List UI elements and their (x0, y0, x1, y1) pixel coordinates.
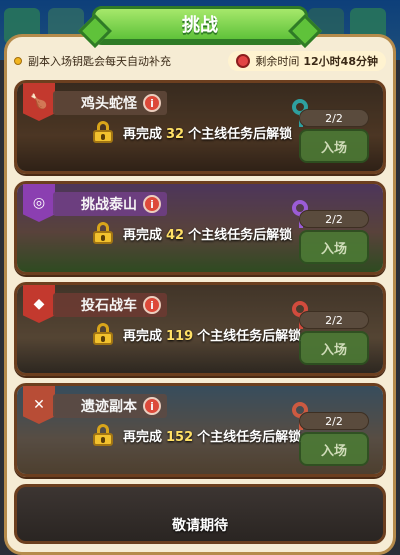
dungeon-flag: ✕ (23, 386, 55, 424)
dungeon-card[interactable]: 🍗 鸡头蛇怪 i 再完成 32 个主线任务后解锁 2/2 入场 (14, 80, 386, 174)
enter-button[interactable]: 入场 (299, 129, 369, 163)
key-count: 2/2 (299, 311, 369, 329)
key-count: 2/2 (299, 109, 369, 127)
unlock-text: 再完成 152 个主线任务后解锁 (123, 426, 301, 445)
unlock-prefix: 再完成 (123, 328, 163, 344)
enter-button[interactable]: 入场 (299, 432, 369, 466)
unlock-text: 再完成 42 个主线任务后解锁 (123, 224, 292, 243)
drumstick-icon: 🍗 (30, 94, 48, 110)
unlock-requirement: 再完成 119 个主线任务后解锁 (93, 323, 301, 345)
unlock-suffix: 个主线任务后解锁 (197, 429, 302, 445)
dungeon-card[interactable]: ◎ 挑战泰山 i 再完成 42 个主线任务后解锁 2/2 入场 (14, 181, 386, 275)
ring-icon: ◎ (32, 195, 46, 211)
dungeon-flag: ◎ (23, 184, 55, 222)
unlock-text: 再完成 32 个主线任务后解锁 (123, 123, 292, 142)
dungeon-list[interactable]: 🍗 鸡头蛇怪 i 再完成 32 个主线任务后解锁 2/2 入场 ◎ 挑战泰山 i 再… (14, 80, 386, 555)
unlock-requirement: 再完成 42 个主线任务后解锁 (93, 222, 292, 244)
unlock-requirement: 再完成 32 个主线任务后解锁 (93, 121, 292, 143)
gem-icon: ◆ (33, 296, 45, 312)
dungeon-name: 挑战泰山 (81, 197, 137, 213)
timer-badge: 剩余时间 12小时48分钟 (228, 51, 386, 71)
lock-icon (93, 424, 113, 446)
unlock-suffix: 个主线任务后解锁 (188, 227, 293, 243)
info-button[interactable]: i (143, 296, 161, 314)
dungeon-name: 遗迹副本 (81, 399, 137, 415)
lock-icon (93, 222, 113, 244)
dungeon-card[interactable]: ✕ 遗迹副本 i 再完成 152 个主线任务后解锁 2/2 入场 (14, 383, 386, 477)
key-count: 2/2 (299, 210, 369, 228)
bullet-dot-icon (14, 57, 22, 65)
key-count: 2/2 (299, 412, 369, 430)
unlock-count: 32 (166, 126, 185, 142)
title-text: 挑战 (182, 15, 218, 36)
unlock-count: 119 (166, 328, 194, 344)
timer-value: 12小时48分钟 (303, 55, 378, 68)
lock-icon (93, 121, 113, 143)
enter-button[interactable]: 入场 (299, 331, 369, 365)
dungeon-flag: 🍗 (23, 83, 55, 121)
title-banner: 挑战 (92, 6, 308, 42)
info-button[interactable]: i (143, 397, 161, 415)
refill-note: 副本入场钥匙会每天自动补充 (14, 53, 171, 69)
dungeon-name: 鸡头蛇怪 (81, 96, 137, 112)
lock-icon (93, 323, 113, 345)
unlock-text: 再完成 119 个主线任务后解锁 (123, 325, 301, 344)
enter-button[interactable]: 入场 (299, 230, 369, 264)
unlock-prefix: 再完成 (123, 227, 163, 243)
coming-soon-text: 敬请期待 (172, 518, 228, 534)
dungeon-name-ribbon: 鸡头蛇怪 i (53, 91, 167, 115)
unlock-prefix: 再完成 (123, 429, 163, 445)
refill-note-text: 副本入场钥匙会每天自动补充 (28, 55, 171, 68)
dungeon-name: 投石战车 (81, 298, 137, 314)
clock-icon (236, 54, 251, 68)
info-button[interactable]: i (143, 94, 161, 112)
dungeon-name-ribbon: 投石战车 i (53, 293, 167, 317)
unlock-suffix: 个主线任务后解锁 (188, 126, 293, 142)
unlock-count: 152 (166, 429, 194, 445)
info-bar: 副本入场钥匙会每天自动补充 剩余时间 12小时48分钟 (14, 50, 386, 72)
unlock-suffix: 个主线任务后解锁 (197, 328, 302, 344)
dungeon-flag: ◆ (23, 285, 55, 323)
coming-soon-card: 敬请期待 (14, 484, 386, 544)
info-button[interactable]: i (143, 195, 161, 213)
dungeon-card[interactable]: ◆ 投石战车 i 再完成 119 个主线任务后解锁 2/2 入场 (14, 282, 386, 376)
unlock-count: 42 (166, 227, 185, 243)
unlock-requirement: 再完成 152 个主线任务后解锁 (93, 424, 301, 446)
dungeon-name-ribbon: 挑战泰山 i (53, 192, 167, 216)
timer-label: 剩余时间 (255, 55, 300, 68)
dungeon-name-ribbon: 遗迹副本 i (53, 394, 167, 418)
crossed-swords-icon: ✕ (33, 397, 45, 413)
unlock-prefix: 再完成 (123, 126, 163, 142)
